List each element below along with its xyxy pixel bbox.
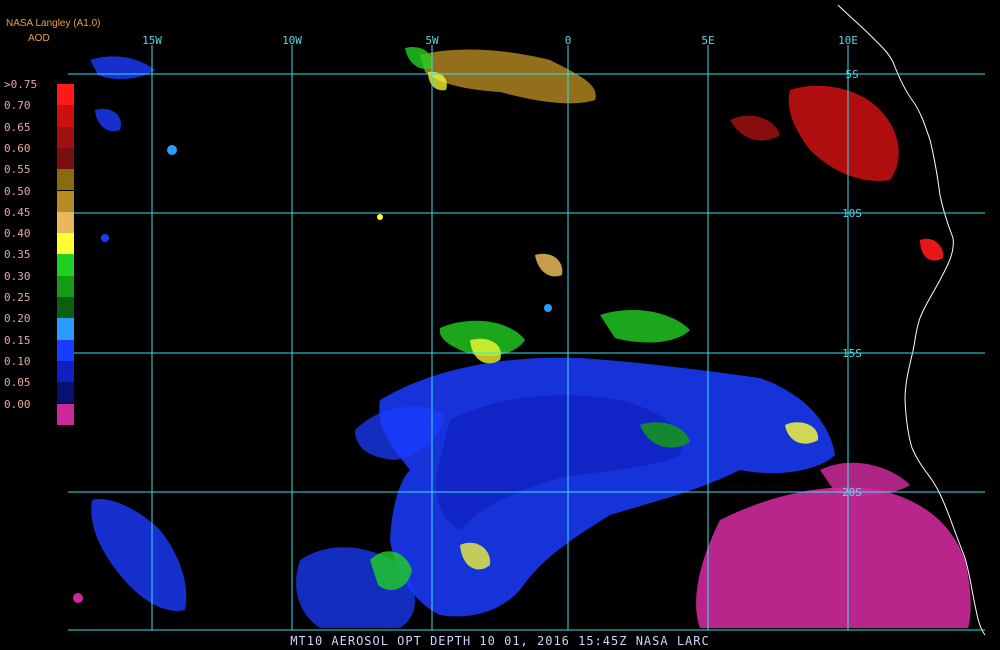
legend-label: 0.60 [4, 141, 31, 155]
legend-swatch [57, 233, 74, 255]
legend-label: >0.75 [4, 78, 38, 91]
latitude-label: 20S [842, 486, 862, 499]
legend-swatch [57, 254, 74, 276]
legend-label: 0.65 [4, 120, 31, 134]
legend-label: 0.45 [4, 205, 31, 219]
legend-label: 0.70 [4, 99, 31, 113]
legend-swatch [57, 147, 74, 170]
legend-label: 0.50 [4, 184, 31, 198]
map-caption: MT10 AEROSOL OPT DEPTH 10 01, 2016 15:45… [290, 634, 710, 648]
longitude-label: 10E [838, 34, 858, 47]
legend-swatch [57, 382, 74, 404]
legend-swatch [57, 339, 74, 361]
longitude-label: 10W [282, 34, 302, 47]
longitude-label: 0 [565, 34, 572, 47]
legend-label: 0.05 [4, 376, 31, 390]
latitude-label: 15S [842, 347, 862, 360]
legend-label: 0.20 [4, 312, 31, 326]
longitude-label: 5E [701, 34, 714, 47]
legend-swatch [57, 84, 74, 106]
legend-swatch [57, 126, 74, 148]
aerosol-speck [73, 593, 83, 603]
legend-label: 0.40 [4, 227, 31, 241]
legend-swatch [57, 275, 74, 297]
latitude-label: 10S [842, 207, 862, 220]
legend-label: 0.35 [4, 248, 31, 262]
legend-swatch [57, 190, 74, 212]
legend-swatch [57, 403, 74, 425]
aerosol-speck [167, 145, 177, 155]
legend-swatch [57, 211, 74, 234]
longitude-label: 15W [142, 34, 162, 47]
data-source-label: NASA Langley (A1.0) [6, 18, 101, 29]
aerosol-speck [101, 234, 109, 242]
legend-label: 0.15 [4, 333, 31, 347]
legend-label: 0.00 [4, 397, 31, 411]
legend-label: 0.55 [4, 163, 31, 177]
legend-swatch [57, 360, 74, 383]
legend-swatch [57, 169, 74, 191]
product-label: AOD [28, 33, 50, 44]
aod-map: 15W 10W 5W 0 5E 10E 5S 10S 15S 20S [0, 0, 1000, 650]
legend-swatch [57, 297, 74, 319]
legend-swatch [57, 105, 74, 127]
aerosol-speck [544, 304, 552, 312]
longitude-label: 5W [425, 34, 439, 47]
aod-color-legend: >0.75 0.70 0.65 0.60 0.55 0.50 0.45 0.40 0.35 0.3… [0, 76, 80, 436]
legend-label: 0.30 [4, 269, 31, 283]
aerosol-speck [377, 214, 383, 220]
legend-label: 0.10 [4, 354, 31, 368]
latitude-label: 5S [845, 68, 858, 81]
legend-label: 0.25 [4, 291, 31, 304]
legend-swatch [57, 318, 74, 340]
